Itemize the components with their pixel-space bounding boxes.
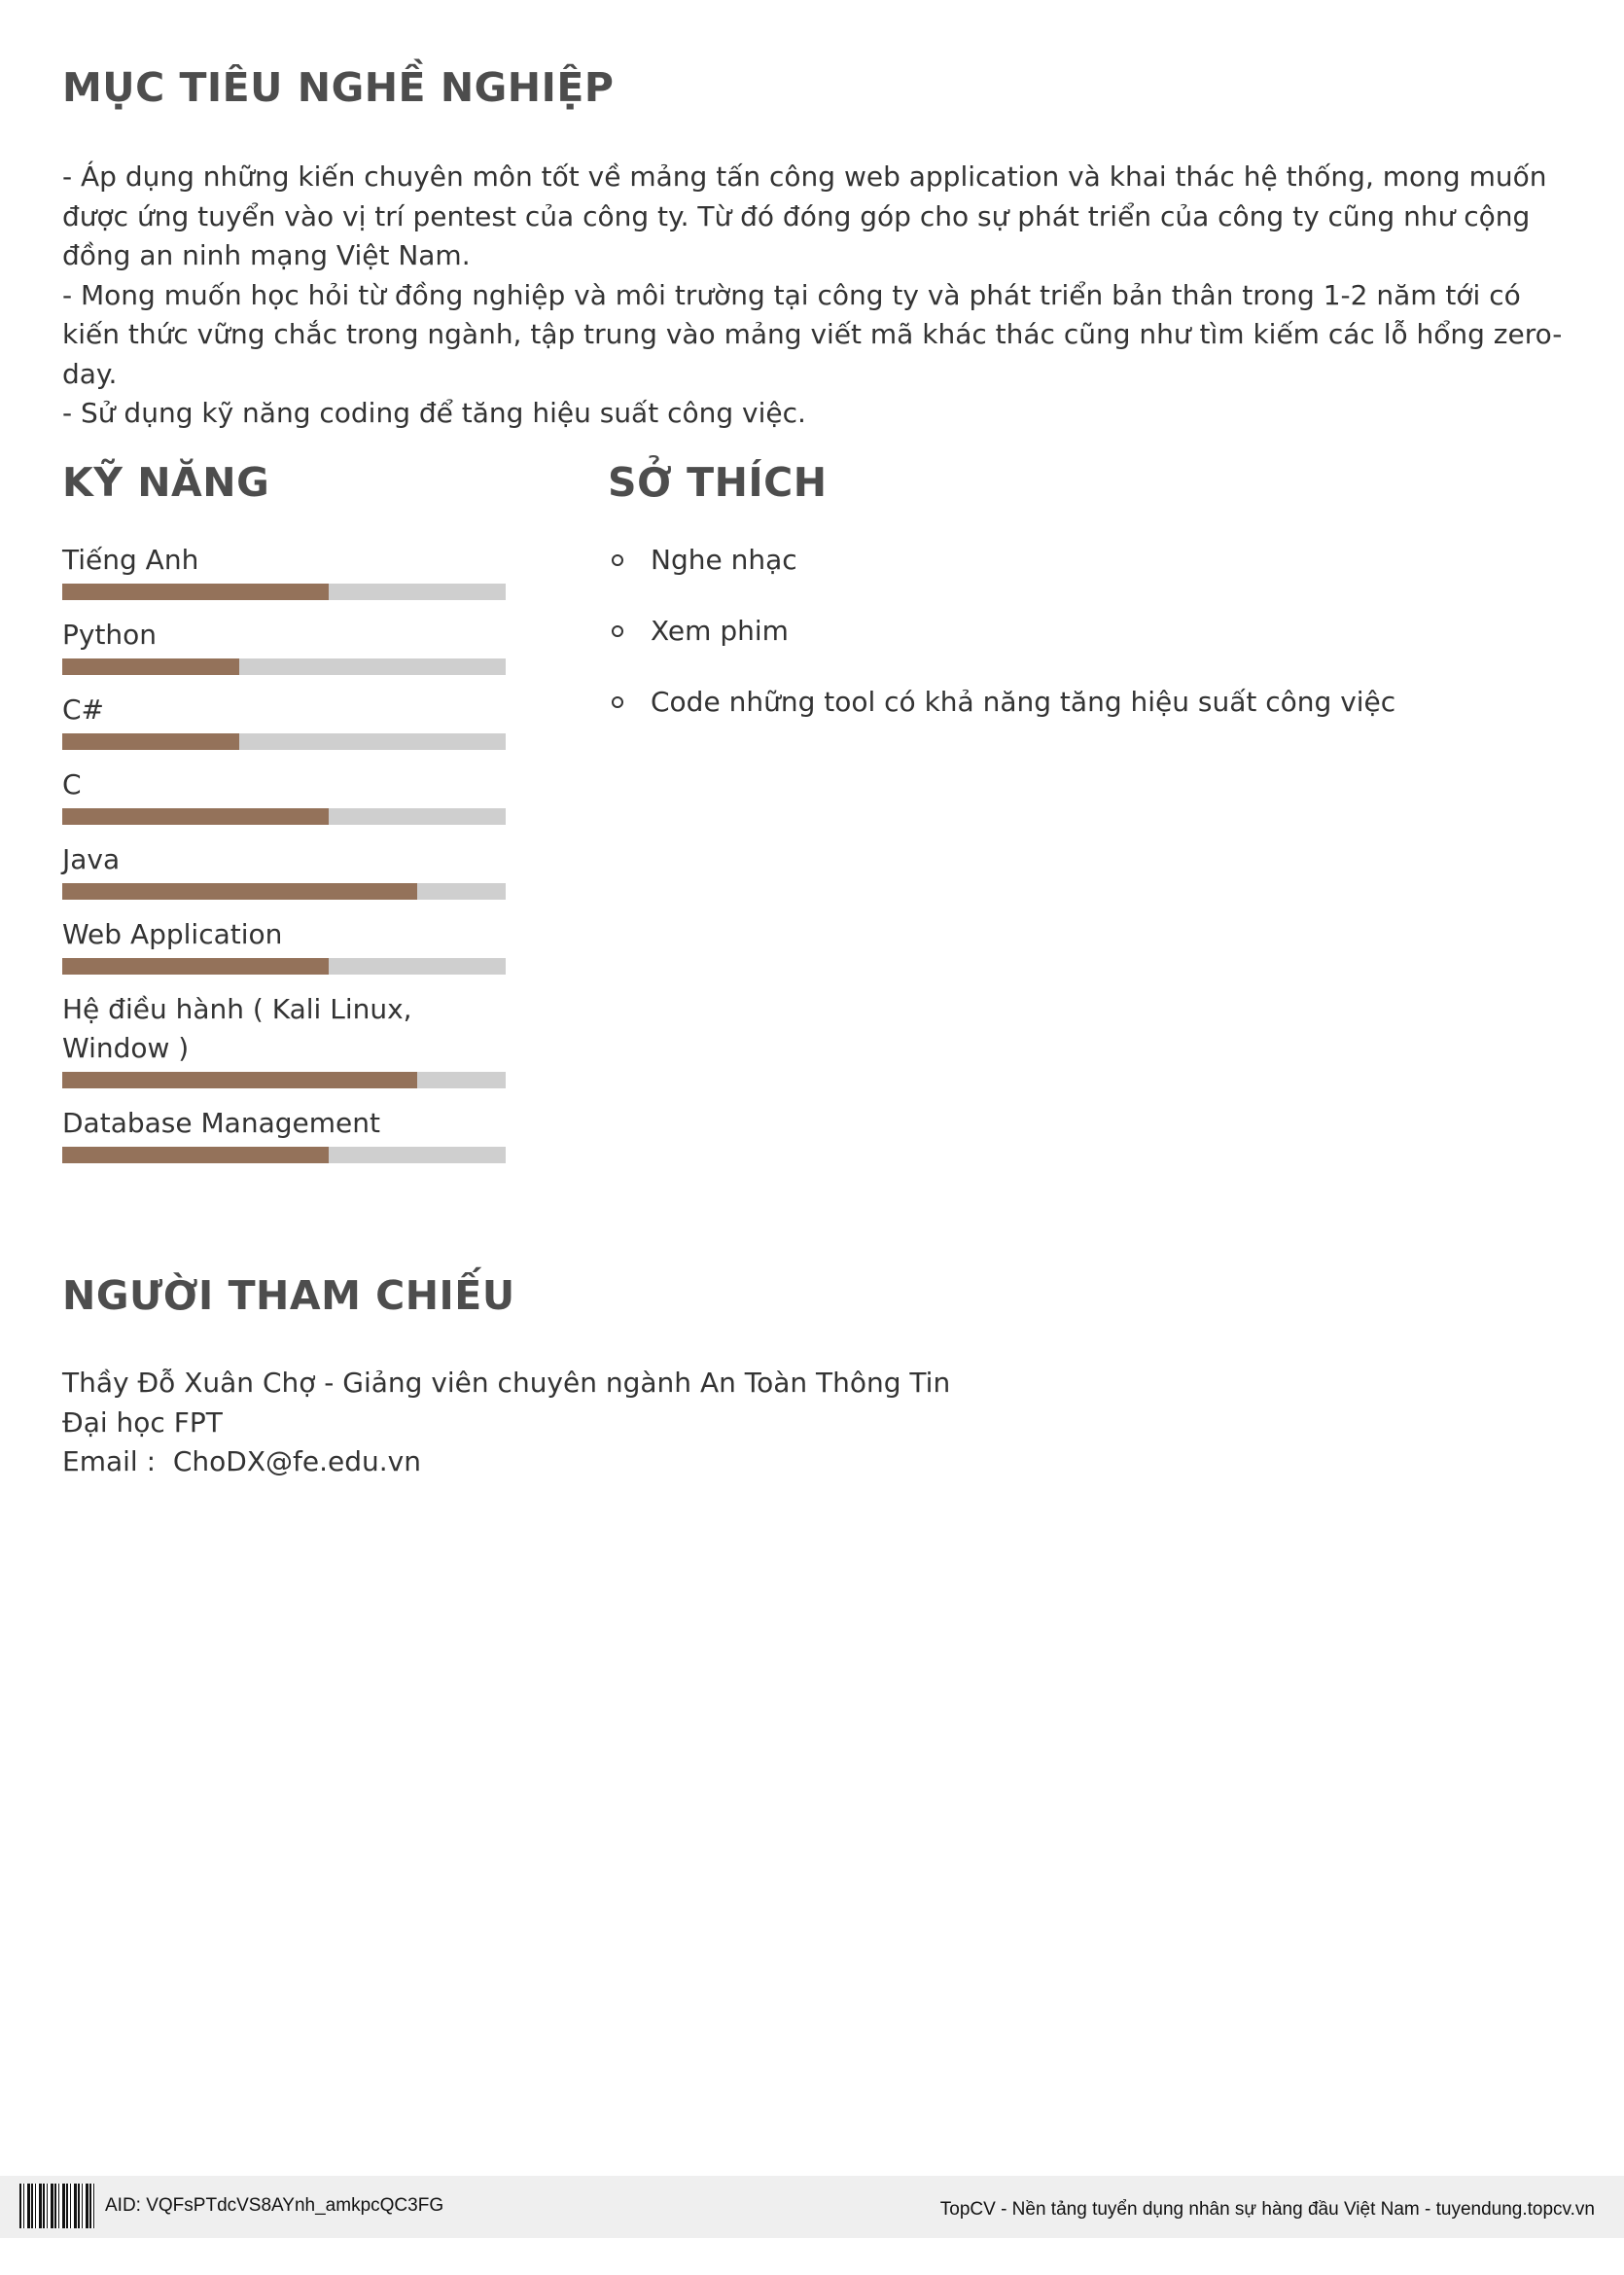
skill-name: Database Management <box>62 1107 380 1139</box>
skill-name: Tiếng Anh <box>62 544 199 576</box>
hobby-item: Xem phim <box>608 612 1561 651</box>
skill-name: Java <box>62 843 121 875</box>
hobby-label: Nghe nhạc <box>651 544 797 576</box>
skill-level-fill <box>62 1147 329 1163</box>
skill-level-bar <box>62 958 506 975</box>
skills-heading: KỸ NĂNG <box>62 459 270 506</box>
hobbies-heading: SỞ THÍCH <box>608 459 828 506</box>
skill-level-fill <box>62 883 417 900</box>
reference-heading: NGƯỜI THAM CHIẾU <box>62 1272 515 1319</box>
skill-level-fill <box>62 658 240 675</box>
hobby-item: Nghe nhạc <box>608 541 1561 580</box>
skill-name: C# <box>62 693 105 726</box>
objective-text: - Áp dụng những kiến chuyên môn tốt về m… <box>62 158 1565 434</box>
hobby-list: Nghe nhạc Xem phim Code những tool có kh… <box>608 541 1561 722</box>
skill-level-bar <box>62 883 506 900</box>
skill-level-fill <box>62 958 329 975</box>
skill-level-bar <box>62 1072 506 1088</box>
bullet-icon <box>612 625 623 637</box>
footer: AID: VQFsPTdcVS8AYnh_amkpcQC3FG TopCV - … <box>0 2176 1624 2238</box>
objective-line: - Mong muốn học hỏi từ đồng nghiệp và mô… <box>62 278 1563 390</box>
skill-name: C <box>62 768 82 800</box>
skill-level-bar <box>62 808 506 825</box>
skill-item: Hệ điều hành ( Kali Linux, Window ) <box>62 990 506 1088</box>
skill-level-bar <box>62 658 506 675</box>
skill-item: Database Management <box>62 1104 506 1163</box>
footer-brand-text: TopCV - Nền tảng tuyển dụng nhân sự hàng… <box>939 2199 1595 2220</box>
skill-item: Web Application <box>62 915 506 975</box>
skills-list: Tiếng Anh Python C# C Java Web Application Hệ … <box>62 541 506 1163</box>
skill-level-fill <box>62 733 240 750</box>
skill-level-bar <box>62 1147 506 1163</box>
reference-email[interactable]: ChoDX@fe.edu.vn <box>173 1445 421 1477</box>
skill-name: Python <box>62 619 158 651</box>
skill-level-fill <box>62 584 329 600</box>
hobby-item: Code những tool có khả năng tăng hiệu su… <box>608 683 1561 722</box>
skill-item: C <box>62 765 506 825</box>
barcode-icon <box>19 2184 95 2228</box>
hobby-label: Xem phim <box>651 615 789 647</box>
hobbies-section: SỞ THÍCH Nghe nhạc Xem phim Code những t… <box>608 459 1561 754</box>
skill-item: Tiếng Anh <box>62 541 506 600</box>
objective-line: - Áp dụng những kiến chuyên môn tốt về m… <box>62 160 1547 271</box>
objective-heading: MỤC TIÊU NGHỀ NGHIỆP <box>62 64 615 111</box>
objective-line: - Sử dụng kỹ năng coding để tăng hiệu su… <box>62 397 806 429</box>
skill-level-bar <box>62 584 506 600</box>
skill-name: Hệ điều hành ( Kali Linux, Window ) <box>62 993 412 1064</box>
skill-item: Java <box>62 840 506 900</box>
skill-level-bar <box>62 733 506 750</box>
skill-level-fill <box>62 1072 417 1088</box>
bullet-icon <box>612 554 623 566</box>
aid-text: AID: VQFsPTdcVS8AYnh_amkpcQC3FG <box>105 2195 444 2216</box>
reference-details: Thầy Đỗ Xuân Chợ - Giảng viên chuyên ngà… <box>62 1364 950 1482</box>
skill-item: Python <box>62 616 506 675</box>
hobby-label: Code những tool có khả năng tăng hiệu su… <box>651 686 1396 718</box>
skill-name: Web Application <box>62 918 283 950</box>
email-label: Email : <box>62 1445 173 1477</box>
reference-person: Thầy Đỗ Xuân Chợ - Giảng viên chuyên ngà… <box>62 1367 951 1399</box>
skills-section: KỸ NĂNG Tiếng Anh Python C# C Java Web Applic… <box>62 459 506 1179</box>
bullet-icon <box>612 696 623 708</box>
skill-item: C# <box>62 691 506 750</box>
reference-organization: Đại học FPT <box>62 1405 223 1439</box>
reference-email-row: Email : ChoDX@fe.edu.vn <box>62 1442 950 1482</box>
skill-level-fill <box>62 808 329 825</box>
